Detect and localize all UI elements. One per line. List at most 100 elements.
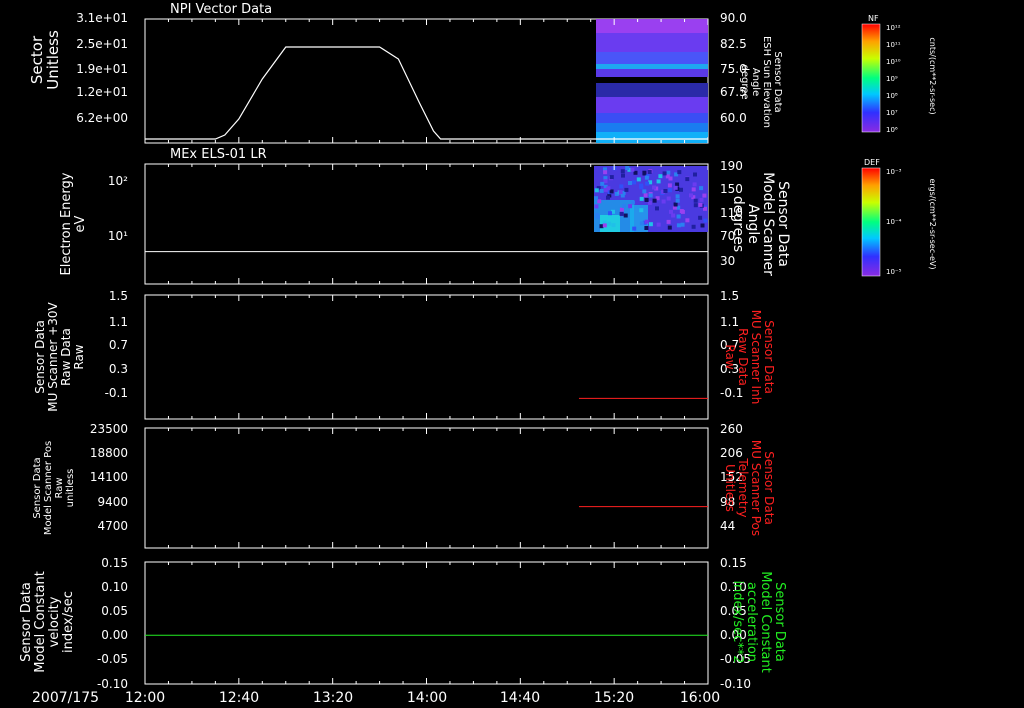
axis-label-line: Angle: [750, 68, 761, 96]
axis-label-line: velocity: [47, 596, 62, 647]
axis-label-line: Raw Data: [59, 328, 73, 386]
spectrogram-cell: [693, 203, 698, 208]
panel-title: NPI Vector Data: [170, 2, 272, 17]
spectrogram-cell: [666, 196, 671, 201]
spectrogram-cell: [606, 195, 610, 200]
spectrogram-cell: [609, 175, 614, 180]
axis-label-line: Telemetry: [736, 457, 750, 517]
y-tick-label: 23500: [90, 422, 128, 436]
axis-label-line: Sensor Data: [762, 451, 776, 525]
spectrogram-band: [596, 52, 708, 64]
y-tick-label: 1.5: [109, 289, 128, 303]
panel-frame: [144, 561, 709, 685]
colorbar-tick: 10⁸: [886, 92, 898, 100]
left-axis-label: Sector Unitless: [28, 30, 62, 90]
spectrogram-cell: [608, 211, 612, 216]
colorbar-def: DEF 10⁻³ 10⁻⁴ 10⁻⁵ ergs/(cm**2-sr-sec-eV…: [861, 158, 937, 277]
axis-label-line: Sensor Data: [762, 320, 776, 394]
y-tick-label: 18800: [90, 446, 128, 460]
axis-label-line: Model Scanner: [760, 172, 776, 276]
spectrogram-cell: [667, 183, 672, 188]
spectrogram-cell: [600, 181, 605, 186]
y-tick-label: 0.00: [101, 628, 128, 642]
y2-tick-label: 260: [720, 422, 743, 436]
y2-tick-label: 90.0: [720, 11, 747, 25]
spectrogram-cell: [632, 180, 636, 185]
spectrogram-cell: [621, 173, 625, 178]
spectrogram-cell: [594, 188, 599, 193]
y2-tick-label: 82.5: [720, 37, 747, 51]
panel-frame: [144, 427, 709, 549]
time-tick-label: 14:00: [407, 690, 447, 706]
y2-tick-label: 60.0: [720, 111, 747, 125]
spectrogram-cell: [622, 204, 627, 209]
y-tick-label: -0.10: [97, 677, 128, 691]
spectrogram-cell: [673, 202, 678, 207]
spectrogram-cell: [639, 185, 644, 190]
spectrogram-cell: [661, 199, 666, 204]
y-tick-label: 3.1e+01: [76, 11, 128, 25]
spectrogram-cell: [703, 218, 708, 223]
spectrogram-cell: [623, 213, 628, 218]
panel-els: MEx ELS-01 LR 10² 10¹ 190 150 110 70 30 …: [59, 147, 791, 285]
spectrogram-cell: [643, 193, 648, 198]
spectrogram-cell: [619, 184, 624, 189]
spectrogram-cell: [700, 223, 705, 228]
spectrogram-cell: [655, 206, 659, 211]
time-axis-labels: 2007/175 12:00 12:40 13:20 14:00 14:40 1…: [32, 690, 720, 706]
y-tick-label: -0.1: [105, 386, 128, 400]
spectrogram-cell: [663, 189, 668, 193]
y2-tick-label: 1.1: [720, 315, 739, 329]
spectrogram-cell: [595, 214, 600, 219]
y-tick-label: 10¹: [108, 229, 128, 243]
colorbar-tick: 10⁷: [886, 109, 898, 117]
axis-label-line: degree: [739, 64, 750, 99]
spectrogram-cell: [648, 222, 653, 227]
axis-label-line: Sensor Data: [772, 582, 787, 662]
spectrogram-cell: [636, 177, 641, 182]
axis-label-line: Model Constant: [33, 571, 48, 673]
y2-tick-label: 150: [720, 182, 743, 196]
spectrogram-cell: [603, 170, 608, 175]
spectrogram-cell: [689, 193, 693, 198]
spectrogram-cell: [625, 166, 630, 170]
spectrogram-cell: [667, 188, 672, 193]
y-tick-label: 4700: [97, 519, 128, 533]
y-tick-label: 2.5e+01: [76, 37, 128, 51]
spectrogram-cell: [642, 170, 647, 175]
spectrogram-cell: [675, 198, 680, 203]
spectrogram-cell: [619, 211, 624, 216]
y2-tick-label: -0.10: [720, 677, 751, 691]
colorbar-gradient: [861, 23, 881, 133]
spectrogram-cell: [645, 181, 650, 186]
date-label: 2007/175: [32, 690, 99, 706]
y2-tick-label: 44: [720, 519, 735, 533]
colorbar-gradient: [861, 167, 881, 277]
colorbar-unit: ergs/(cm**2-sr-sec-eV): [928, 178, 937, 269]
spectrogram-cell: [652, 185, 656, 190]
spectrogram-cell: [667, 225, 672, 230]
left-axis-ticks: 0.15 0.10 0.05 0.00 -0.05 -0.10: [97, 556, 128, 691]
y-tick-label: 0.15: [101, 556, 128, 570]
left-axis-ticks: 3.1e+01 2.5e+01 1.9e+01 1.2e+01 6.2e+00: [76, 11, 128, 125]
spectrogram-band: [596, 132, 708, 143]
panel-mu-pos: 23500 18800 14100 9400 4700 260 206 152 …: [32, 422, 776, 549]
spectrogram-cell: [630, 167, 635, 172]
time-tick-label: 12:00: [125, 690, 165, 706]
colorbar-tick: 10⁻⁴: [886, 218, 902, 226]
time-tick-label: 15:20: [594, 690, 634, 706]
y2-tick-label: 0.15: [720, 556, 747, 570]
spectrogram-cell: [648, 193, 653, 198]
left-axis-ticks: 1.5 1.1 0.7 0.3 -0.1: [105, 289, 128, 400]
spectrogram-cell: [676, 223, 681, 228]
spectrogram-cell: [666, 219, 671, 224]
colorbar-unit-text: cnts/(cm**2-sr-sec): [928, 37, 937, 114]
panel-title: MEx ELS-01 LR: [170, 147, 267, 162]
spectrogram-cell: [676, 214, 681, 219]
spectrogram-cell: [680, 222, 685, 227]
spectrogram-cell: [693, 172, 697, 177]
axis-label-line: index/sec**2: [730, 580, 745, 663]
axis-label-line: Sensor Data: [19, 582, 34, 662]
spectrogram-cell: [656, 222, 661, 227]
colorbar-tick: 10¹²: [886, 24, 901, 32]
